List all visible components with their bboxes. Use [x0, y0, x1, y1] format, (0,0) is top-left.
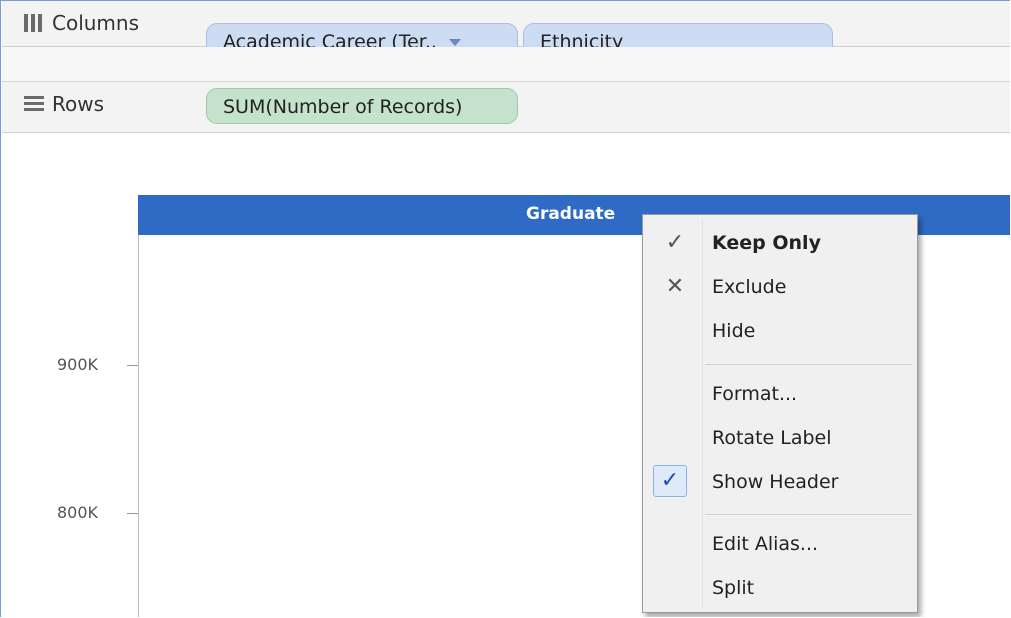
menu-item-label: Split — [712, 577, 755, 599]
pill-sum-records-text: SUM(Number of Records) — [223, 96, 463, 118]
column-header-label: Graduate — [526, 204, 616, 224]
menu-item-format[interactable]: Format... — [643, 374, 917, 414]
y-tick-label-800k: 800K — [57, 503, 99, 522]
close-icon: ✕ — [665, 274, 685, 299]
menu-item-label: Hide — [712, 320, 756, 342]
menu-item-exclude[interactable]: ✕ Exclude — [643, 267, 917, 307]
pill-sum-records[interactable]: SUM(Number of Records) — [206, 88, 518, 124]
rows-icon — [24, 95, 44, 113]
rows-shelf-label: Rows — [24, 92, 104, 116]
menu-item-label: Exclude — [712, 276, 787, 298]
menu-item-rotate-label[interactable]: Rotate Label — [643, 418, 917, 458]
menu-item-show-header[interactable]: ✓ Show Header — [643, 462, 917, 502]
checkmark-icon: ✓ — [665, 230, 685, 255]
y-axis-line — [138, 235, 139, 617]
chevron-down-icon[interactable] — [448, 39, 461, 46]
menu-item-label: Format... — [712, 383, 798, 405]
menu-separator — [705, 364, 912, 365]
tableau-worksheet: Columns Academic Career (Ter.. Ethnicity… — [0, 0, 1010, 617]
columns-shelf: Columns Academic Career (Ter.. Ethnicity — [2, 1, 1010, 59]
menu-item-label: Rotate Label — [712, 427, 832, 449]
columns-icon — [24, 14, 44, 32]
checkmark-icon: ✓ — [653, 465, 687, 497]
header-context-menu: ✓ Keep Only ✕ Exclude Hide Format... Rot… — [642, 214, 918, 613]
menu-item-label: Show Header — [712, 471, 839, 493]
rows-shelf: Rows SUM(Number of Records) — [2, 82, 1010, 133]
menu-item-hide[interactable]: Hide — [643, 311, 917, 351]
columns-label-text: Columns — [52, 11, 140, 35]
menu-item-label: Keep Only — [712, 232, 821, 254]
menu-item-label: Edit Alias... — [712, 533, 819, 555]
menu-separator — [705, 514, 912, 515]
menu-item-keep-only[interactable]: ✓ Keep Only — [643, 223, 917, 263]
menu-item-edit-alias[interactable]: Edit Alias... — [643, 524, 917, 564]
y-tick-label-900k: 900K — [57, 355, 99, 374]
shelf-divider — [2, 47, 1010, 82]
y-tick-mark-900k — [127, 365, 138, 366]
rows-label-text: Rows — [52, 92, 105, 116]
menu-item-split[interactable]: Split — [643, 568, 917, 608]
columns-shelf-label: Columns — [24, 11, 139, 35]
y-tick-mark-800k — [127, 513, 138, 514]
